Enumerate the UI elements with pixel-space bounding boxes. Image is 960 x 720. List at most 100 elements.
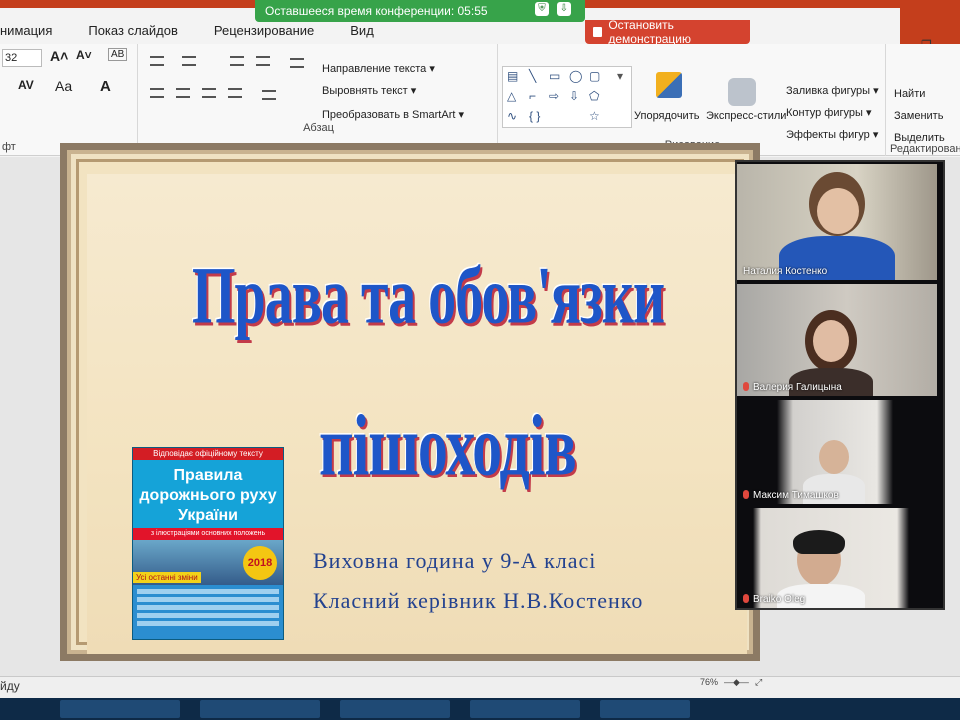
- arrow-right-shape-icon[interactable]: ⇨: [549, 89, 559, 103]
- fit-slide-icon[interactable]: ⤢: [755, 677, 762, 688]
- participant-name: Braiko Oleg: [743, 594, 805, 605]
- participant-tile[interactable]: Braiko Oleg: [737, 508, 937, 608]
- find-button[interactable]: Найти: [894, 88, 925, 100]
- participant-name: Валерия Галицына: [743, 382, 842, 393]
- font-size-field[interactable]: 32: [2, 49, 42, 67]
- participant-tile[interactable]: Наталия Костенко: [737, 164, 937, 280]
- align-left-icon[interactable]: [150, 88, 164, 98]
- shapes-gallery[interactable]: ▤ ╲ ▭ ◯ ▢ △ ⌐ ⇨ ⇩ ⬠ ∿ { } ☆ ▾: [502, 66, 632, 128]
- traffic-rules-book-image[interactable]: Відповідає офіційному тексту Правила дор…: [132, 447, 284, 640]
- mic-muted-icon: [743, 490, 749, 499]
- clear-format-icon[interactable]: AB: [108, 48, 128, 61]
- rounded-rect-shape-icon[interactable]: ▢: [589, 69, 600, 83]
- arrange-icon[interactable]: [656, 72, 682, 98]
- quick-styles-label: Экспресс-стили: [706, 110, 787, 122]
- drawing-group: ▤ ╲ ▭ ◯ ▢ △ ⌐ ⇨ ⇩ ⬠ ∿ { } ☆ ▾ Упорядочит…: [500, 44, 886, 156]
- columns-icon[interactable]: [262, 90, 276, 100]
- participant-face: [813, 320, 849, 362]
- tab-view[interactable]: Вид: [332, 23, 392, 44]
- quick-styles-icon[interactable]: [728, 78, 756, 106]
- align-center-icon[interactable]: [176, 88, 190, 98]
- increase-indent-icon[interactable]: [256, 56, 270, 66]
- participant-tile[interactable]: Валерия Галицына: [737, 284, 937, 396]
- participant-name: Максим Тимашков: [743, 490, 839, 501]
- font-color-icon[interactable]: A: [100, 78, 111, 95]
- video-panel: Наталия Костенко Валерия Галицына Максим…: [735, 160, 945, 610]
- gallery-scroll-icon[interactable]: ▾: [617, 69, 623, 83]
- shape-outline-label: Контур фигуры: [786, 107, 863, 119]
- book-tag: Усі останні зміни: [133, 572, 201, 583]
- grow-font-icon[interactable]: A˄: [50, 48, 68, 64]
- font-group: 32 A˄ A˅ AB AV Aa A фт: [0, 44, 138, 156]
- stop-demo-button[interactable]: Остановить демонстрацию: [585, 18, 750, 46]
- numbering-icon[interactable]: [182, 56, 196, 66]
- zoom-level: 76%: [700, 677, 719, 687]
- bullets-icon[interactable]: [150, 56, 164, 66]
- tab-slideshow[interactable]: Показ слайдов: [70, 23, 196, 44]
- participant-face: [817, 188, 859, 234]
- textbox-shape-icon[interactable]: ▤: [507, 69, 518, 83]
- rectangle-shape-icon[interactable]: ▭: [549, 69, 560, 83]
- star-shape-icon[interactable]: ☆: [589, 109, 600, 123]
- taskbar-item[interactable]: [600, 700, 690, 718]
- shape-fill-button[interactable]: Заливка фигуры ▾: [786, 84, 879, 97]
- mic-muted-icon: [743, 382, 749, 391]
- quick-styles-button[interactable]: Экспресс-стили: [706, 110, 786, 122]
- arrange-button[interactable]: Упорядочить: [634, 110, 699, 122]
- slide-title-line1[interactable]: Права та обов'язки: [192, 250, 665, 343]
- brace-shape-icon[interactable]: { }: [529, 109, 540, 123]
- shrink-font-icon[interactable]: A˅: [76, 48, 92, 62]
- screen: нимация Показ слайдов Рецензирование Вид…: [0, 0, 960, 720]
- headphones-icon: [793, 530, 845, 554]
- shape-outline-button[interactable]: Контур фигуры ▾: [786, 106, 872, 119]
- slide-subtitle-1[interactable]: Виховна година у 9-А класі: [313, 548, 596, 574]
- text-direction-button[interactable]: Направление текста ▾: [322, 62, 435, 75]
- change-case-icon[interactable]: Aa: [55, 78, 72, 94]
- zoom-control[interactable]: 76% —◆— ⤢: [700, 677, 762, 688]
- conference-timer-text: Оставшееся время конференции: 05:55: [265, 4, 488, 18]
- editing-group-label: Редактирование: [890, 143, 960, 155]
- participant-tile[interactable]: Максим Тимашков: [737, 400, 937, 504]
- decrease-indent-icon[interactable]: [230, 56, 244, 66]
- line-shape-icon[interactable]: ╲: [529, 69, 536, 83]
- find-label: Найти: [894, 88, 926, 100]
- taskbar-item[interactable]: [200, 700, 320, 718]
- char-spacing-icon[interactable]: AV: [18, 78, 34, 92]
- taskbar-item[interactable]: [470, 700, 580, 718]
- replace-button[interactable]: Заменить: [894, 110, 943, 122]
- align-right-icon[interactable]: [202, 88, 216, 98]
- oval-shape-icon[interactable]: ◯: [569, 69, 582, 83]
- connector-shape-icon[interactable]: ⌐: [529, 89, 536, 103]
- participant-face: [819, 440, 849, 474]
- shield-icon[interactable]: ⛨: [535, 2, 549, 16]
- status-text: йду: [0, 679, 20, 693]
- taskbar-item[interactable]: [340, 700, 450, 718]
- zoom-slider[interactable]: —◆—: [724, 677, 749, 688]
- text-direction-label: Направление текста: [322, 63, 427, 75]
- curve-shape-icon[interactable]: ∿: [507, 109, 517, 123]
- shape-fill-label: Заливка фигуры: [786, 85, 871, 97]
- book-top-note: Відповідає офіційному тексту: [133, 448, 283, 460]
- slide-subtitle-2[interactable]: Класний керівник Н.В.Костенко: [313, 588, 643, 614]
- arrow-down-shape-icon[interactable]: ⇩: [569, 89, 579, 103]
- triangle-shape-icon[interactable]: △: [507, 89, 516, 103]
- tab-animation[interactable]: нимация: [0, 23, 70, 44]
- book-year-badge: 2018: [243, 546, 277, 580]
- pentagon-shape-icon[interactable]: ⬠: [589, 89, 599, 103]
- replace-label: Заменить: [894, 110, 944, 122]
- download-icon[interactable]: ⇩: [557, 2, 571, 16]
- line-spacing-icon[interactable]: [290, 58, 304, 68]
- stop-demo-label: Остановить демонстрацию: [608, 18, 691, 46]
- arrange-label: Упорядочить: [634, 110, 700, 122]
- tab-review[interactable]: Рецензирование: [196, 23, 332, 44]
- stop-icon: [593, 27, 603, 37]
- align-text-label: Выровнять текст: [322, 85, 408, 97]
- justify-icon[interactable]: [228, 88, 242, 98]
- slide-title-line2[interactable]: пішоходів: [319, 396, 577, 496]
- align-text-button[interactable]: Выровнять текст ▾: [322, 84, 416, 97]
- smartart-button[interactable]: Преобразовать в SmartArt ▾: [322, 108, 464, 121]
- ribbon: 32 A˄ A˅ AB AV Aa A фт Направление текст…: [0, 44, 960, 156]
- taskbar-item[interactable]: [60, 700, 180, 718]
- mic-muted-icon: [743, 594, 749, 603]
- book-bottom: [133, 585, 283, 639]
